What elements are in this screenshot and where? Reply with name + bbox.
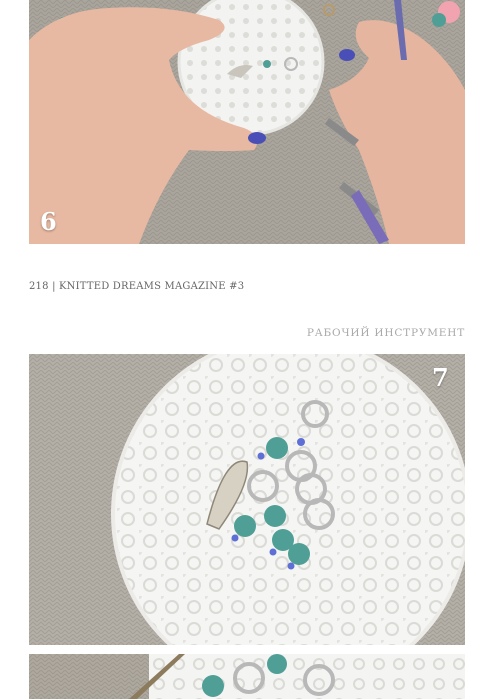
step-8-photo [29,654,465,699]
step-6-photo [29,0,465,244]
page-footer: 218 | KNITTED DREAMS MAGAZINE #3 [29,281,245,292]
step-7-photo [29,354,465,645]
section-title: РАБОЧИЙ ИНСТРУМЕНТ [306,327,465,339]
step-number-6: 6 [40,207,57,236]
step-number-7: 7 [432,363,449,392]
